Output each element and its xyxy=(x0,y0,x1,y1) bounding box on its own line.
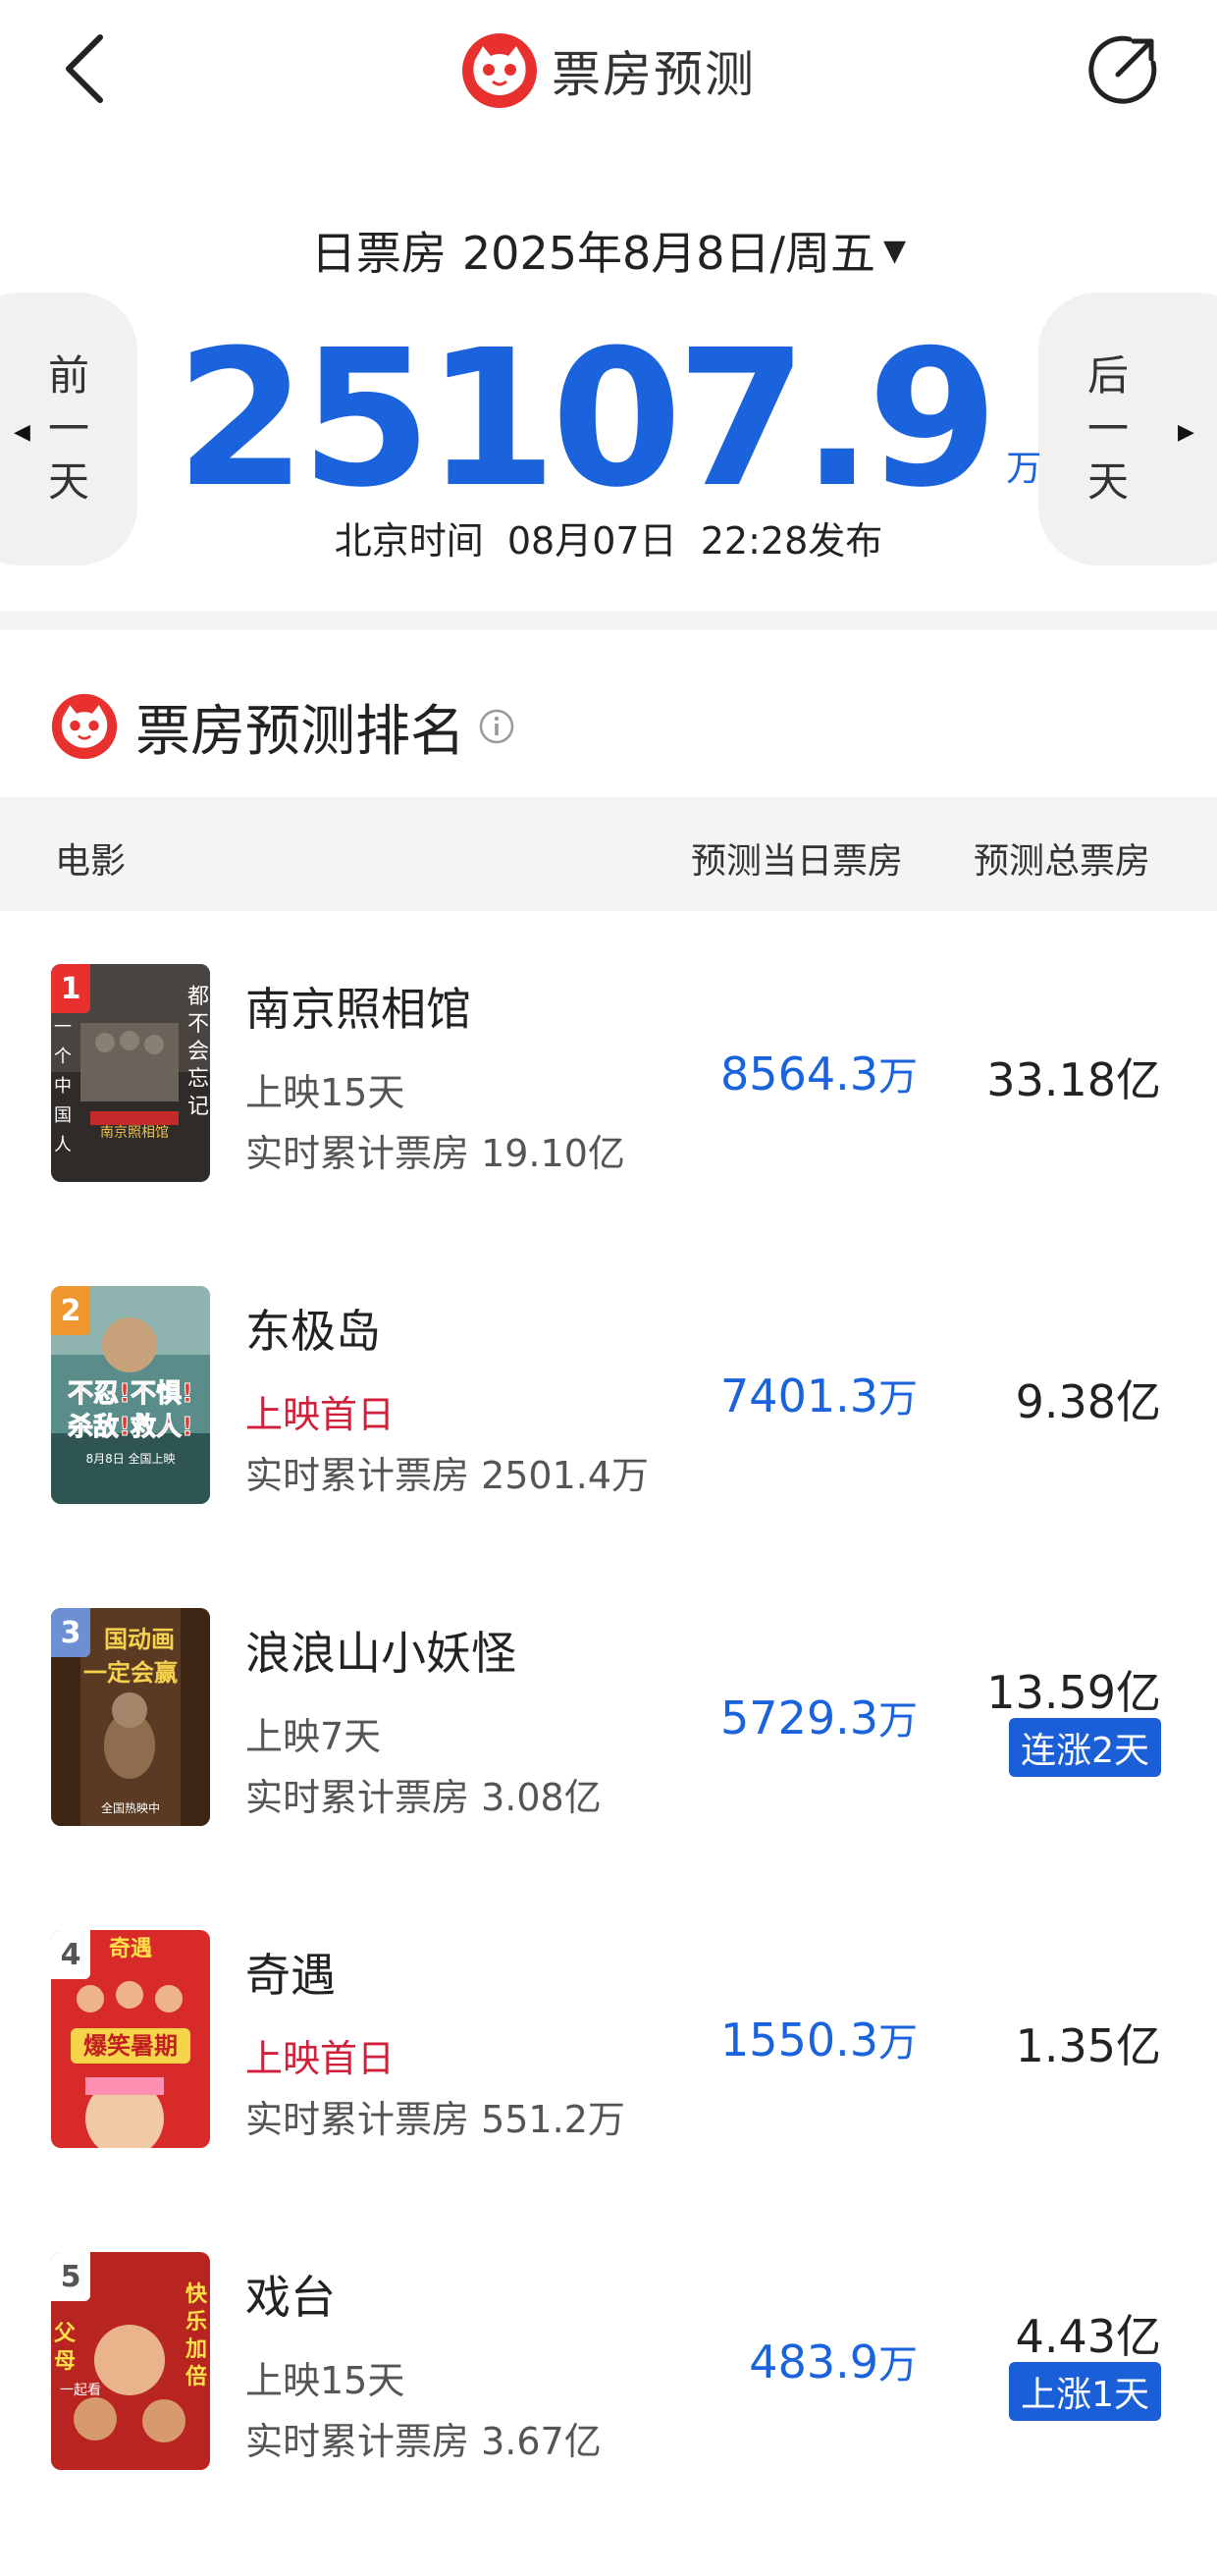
column-total: 预测总票房 xyxy=(974,841,1151,882)
poster-text: 不 xyxy=(187,1012,209,1037)
movie-poster: 国动画 一定会赢 全国热映中 3 xyxy=(51,1608,210,1826)
movie-poster: 快 乐 加 倍 父 母 一起看 5 xyxy=(51,2252,210,2470)
poster-text: 一定会赢 xyxy=(83,1659,178,1687)
header-brand: 票房预测 xyxy=(0,31,1217,110)
poster-text: 人 xyxy=(54,1135,72,1155)
poster-text: 不忍!不惧! xyxy=(68,1379,193,1409)
section-divider xyxy=(0,611,1217,630)
date-prefix: 日票房 xyxy=(310,227,447,280)
movie-name: 南京照相馆 xyxy=(245,983,471,1036)
trend-badge: 连涨2天 xyxy=(1009,1718,1161,1777)
predicted-today: 5729.3万 xyxy=(720,1691,918,1744)
table-header: 电影 预测当日票房 预测总票房 xyxy=(0,797,1217,911)
poster-text: 父 xyxy=(54,2322,77,2346)
movie-row[interactable]: 都 不 会 忘 记 一 个 中 国 人 南京照相馆 1 南京照相馆 上映15天 … xyxy=(0,964,1217,1288)
release-days: 上映15天 xyxy=(245,2359,405,2402)
poster-text: 奇遇 xyxy=(109,1936,152,1961)
release-days: 上映首日 xyxy=(245,1393,396,1436)
poster-text: 母 xyxy=(54,2349,76,2374)
poster-text: 加 xyxy=(185,2337,207,2362)
poster-text: 快 xyxy=(185,2282,208,2307)
movie-poster: 不忍!不惧! 杀敌!救人! 8月8日 全国上映 2 xyxy=(51,1286,210,1504)
predicted-total: 13.59亿 xyxy=(986,1666,1161,1719)
poster-text: 个 xyxy=(54,1046,72,1067)
poster-text: 8月8日 全国上映 xyxy=(85,1451,175,1466)
poster-text: 全国热映中 xyxy=(101,1800,160,1815)
date-value: 2025年8月8日/周五 xyxy=(461,227,876,280)
predicted-today: 8564.3万 xyxy=(720,1047,918,1100)
trend-badge: 上涨1天 xyxy=(1009,2362,1161,2421)
predicted-total: 4.43亿 xyxy=(1015,2310,1161,2363)
movie-poster: 都 不 会 忘 记 一 个 中 国 人 南京照相馆 1 xyxy=(51,964,210,1182)
rank-badge: 1 xyxy=(51,964,90,1013)
poster-text: 倍 xyxy=(185,2364,207,2389)
maoyan-cat-logo-icon xyxy=(462,33,537,108)
movie-name: 东极岛 xyxy=(245,1305,381,1358)
predicted-today: 1550.3万 xyxy=(720,2013,918,2066)
poster-text: 国 xyxy=(54,1105,72,1126)
cumulative-box-office: 实时累计票房 3.08亿 xyxy=(245,1776,602,1819)
cumulative-box-office: 实时累计票房 3.67亿 xyxy=(245,2420,602,2463)
poster-text: 都 xyxy=(187,985,209,1009)
info-icon[interactable] xyxy=(479,709,514,744)
poster-text: 南京照相馆 xyxy=(100,1125,169,1141)
poster-text: 记 xyxy=(187,1095,209,1119)
poster-text: 一 xyxy=(54,1017,72,1038)
movie-row[interactable]: 不忍!不惧! 杀敌!救人! 8月8日 全国上映 2 东极岛 上映首日 实时累计票… xyxy=(0,1286,1217,1610)
ranking-title: 票房预测排名 xyxy=(135,699,465,764)
poster-text: 爆笑暑期 xyxy=(83,2032,178,2060)
poster-text: 中 xyxy=(54,1076,72,1097)
cumulative-box-office: 实时累计票房 19.10亿 xyxy=(245,1132,625,1175)
movie-poster: 奇遇 爆笑暑期 4 xyxy=(51,1930,210,2148)
predicted-total: 1.35亿 xyxy=(1015,2019,1161,2072)
poster-text: 乐 xyxy=(185,2310,207,2334)
movie-name: 浪浪山小妖怪 xyxy=(245,1627,516,1680)
poster-text: 杀敌!救人! xyxy=(68,1412,193,1442)
maoyan-cat-logo-icon xyxy=(51,693,118,760)
date-selector[interactable]: 日票房 2025年8月8日/周五 ▼ xyxy=(0,216,1217,285)
release-days: 上映15天 xyxy=(245,1071,405,1114)
rank-badge: 4 xyxy=(51,1930,90,1979)
poster-text: 国动画 xyxy=(104,1626,175,1653)
poster-text: 会 xyxy=(187,1040,209,1064)
poster-text: 一起看 xyxy=(60,2383,101,2398)
poster-text: 忘 xyxy=(187,1067,209,1092)
ranking-section-header: 票房预测排名 xyxy=(51,687,514,766)
movie-name: 戏台 xyxy=(245,2271,336,2324)
share-icon[interactable] xyxy=(1085,29,1163,108)
movie-row[interactable]: 国动画 一定会赢 全国热映中 3 浪浪山小妖怪 上映7天 实时累计票房 3.08… xyxy=(0,1608,1217,1932)
cumulative-box-office: 实时累计票房 2501.4万 xyxy=(245,1454,650,1497)
movie-row[interactable]: 奇遇 爆笑暑期 4 奇遇 上映首日 实时累计票房 551.2万 1550.3万 … xyxy=(0,1930,1217,2254)
predicted-today: 7401.3万 xyxy=(720,1369,918,1422)
release-days: 上映首日 xyxy=(245,2037,396,2080)
predicted-today: 483.9万 xyxy=(749,2335,918,2388)
movie-name: 奇遇 xyxy=(245,1949,336,2002)
release-days: 上映7天 xyxy=(245,1715,382,1758)
rank-badge: 2 xyxy=(51,1286,90,1335)
page-title: 票房预测 xyxy=(552,46,756,103)
movie-row[interactable]: 快 乐 加 倍 父 母 一起看 5 戏台 上映15天 实时累计票房 3.67亿 … xyxy=(0,2252,1217,2576)
top-bar: 票房预测 xyxy=(0,0,1217,147)
box-office-value: 25107.9 xyxy=(175,310,998,529)
predicted-total: 33.18亿 xyxy=(986,1053,1161,1106)
predicted-total: 9.38亿 xyxy=(1015,1375,1161,1428)
cumulative-box-office: 实时累计票房 551.2万 xyxy=(245,2098,625,2141)
daily-box-office-total: 25107.9 万 xyxy=(0,310,1217,529)
publish-time: 北京时间 08月07日 22:28发布 xyxy=(334,519,883,563)
caret-down-icon: ▼ xyxy=(883,233,907,268)
column-movie: 电影 xyxy=(55,841,127,882)
rank-badge: 5 xyxy=(51,2252,90,2301)
box-office-unit: 万 xyxy=(1006,449,1042,489)
rank-badge: 3 xyxy=(51,1608,90,1657)
column-today: 预测当日票房 xyxy=(691,841,904,882)
